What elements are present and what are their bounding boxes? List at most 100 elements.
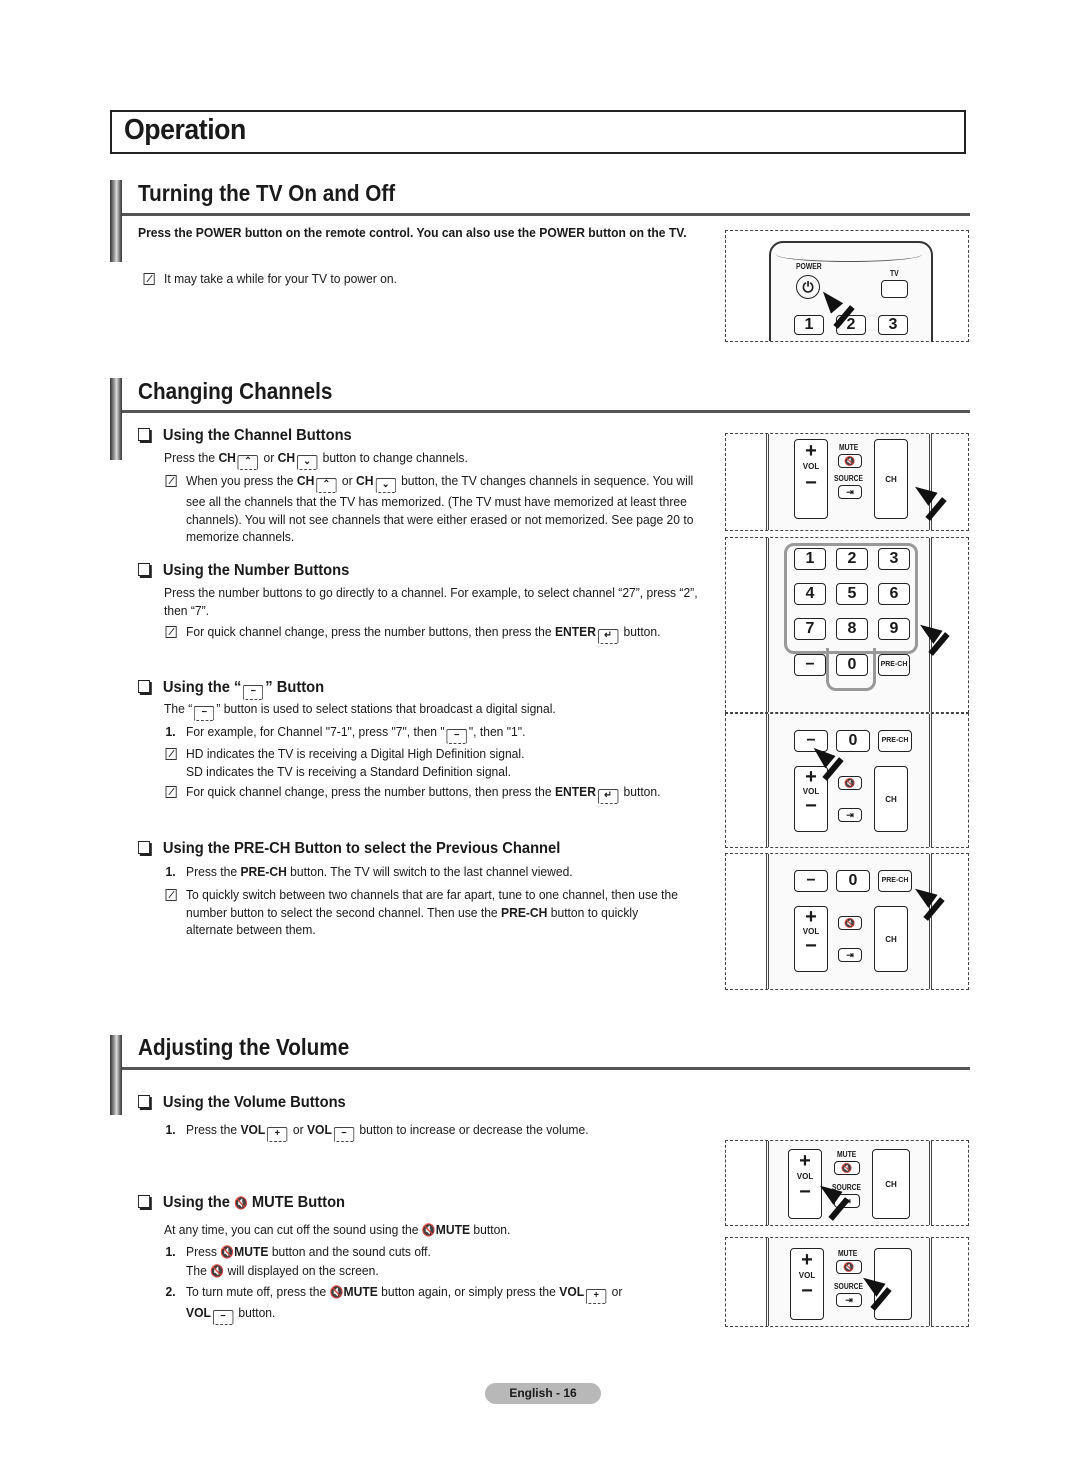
dash-key: − (794, 870, 828, 892)
key-7: 7 (794, 618, 826, 640)
dash-key-icon: − (243, 685, 264, 700)
power-note: It may take a while for your TV to power… (143, 270, 629, 288)
source-button-icon: ⇥ (838, 808, 862, 822)
vol-rocker: + VOL − (794, 906, 828, 972)
ch-down-key-icon: ⌄ (296, 455, 318, 470)
section-rule (122, 410, 970, 413)
mute-step-2: 2. To turn mute off, press the 🔇MUTE but… (166, 1283, 679, 1325)
prech-note: To quickly switch between two channels t… (165, 886, 688, 939)
remote-illustration-power: POWER ⏻ TV 1 2 3 (725, 230, 969, 342)
remote-illustration-numbers: 1 2 3 4 5 6 7 8 9 −0 PRE-CH (725, 537, 969, 713)
number-buttons-text: Press the number buttons to go directly … (164, 585, 698, 618)
remote-illustration-channel: + VOL − MUTE 🔇 SOURCE ⇥ CH (725, 433, 969, 531)
prech-step-1: 1. Press the PRE-CH button. The TV will … (165, 864, 573, 879)
source-button-icon: ⇥ (838, 948, 862, 962)
enter-key-icon: ↵ (597, 789, 619, 804)
mute-icon: 🔇 (233, 1196, 248, 1210)
ch-rocker: CH (874, 439, 908, 519)
mute-step-1: 1. Press 🔇MUTE button and the sound cuts… (165, 1244, 431, 1278)
mute-button-icon: 🔇 (836, 1260, 862, 1274)
note-icon (165, 475, 177, 487)
key-8: 8 (836, 618, 868, 640)
checkbox-bullet-icon (138, 1095, 150, 1108)
power-label: POWER (796, 262, 822, 271)
mute-button-icon: 🔇 (838, 776, 862, 790)
key-0: 0 (836, 654, 868, 676)
vol-up-key-icon: + (267, 1127, 288, 1142)
key-0: 0 (836, 870, 870, 892)
prech-key: PRE-CH (878, 730, 912, 752)
section-title-channels: Changing Channels (138, 378, 333, 404)
tv-button (881, 280, 908, 298)
channel-buttons-note: When you press the CH ⌃ or CH ⌄ button, th… (165, 472, 698, 546)
ch-rocker: CH (874, 766, 908, 832)
page-title-box: Operation (110, 110, 966, 154)
checkbox-bullet-icon (138, 680, 150, 693)
section-bar (110, 180, 122, 262)
power-intro: Press the POWER button on the remote con… (138, 225, 687, 240)
checkbox-bullet-icon (138, 841, 150, 854)
key-5: 5 (836, 583, 868, 605)
mute-icon: 🔇 (421, 1223, 436, 1237)
source-button-icon: ⇥ (838, 485, 862, 499)
vol-down-key-icon: − (212, 1310, 234, 1325)
section-bar (110, 1035, 122, 1115)
mute-icon: 🔇 (220, 1245, 235, 1259)
mute-button-icon: 🔇 (838, 454, 862, 468)
section-rule (122, 213, 970, 216)
page-title: Operation (124, 114, 246, 146)
section-title-power: Turning the TV On and Off (138, 180, 396, 206)
note-icon (165, 786, 177, 798)
key-2: 2 (836, 548, 868, 570)
dash-key: − (794, 654, 826, 676)
key-0: 0 (836, 730, 870, 752)
dash-step-1: 1. For example, for Channel "7-1", press… (166, 723, 670, 744)
key-9: 9 (878, 618, 910, 640)
remote-illustration-dash: − 0 PRE-CH + VOL − 🔇 ⇥ CH (725, 713, 969, 848)
vol-down-key-icon: − (333, 1127, 355, 1142)
ch-up-key-icon: ⌃ (237, 455, 259, 470)
volume-step-1: 1. Press the VOL + or VOL − button to incr… (166, 1121, 688, 1142)
checkbox-bullet-icon (138, 428, 150, 441)
page-number-badge: English - 16 (485, 1383, 601, 1404)
checkbox-bullet-icon (138, 563, 150, 576)
vol-rocker: + VOL − (794, 439, 828, 519)
source-button-icon: ⇥ (836, 1293, 862, 1307)
key-1: 1 (794, 315, 824, 335)
remote-illustration-prech: − 0 PRE-CH + VOL − 🔇 ⇥ CH (725, 853, 969, 990)
note-icon (165, 748, 177, 760)
subheading-mute: Using the 🔇 MUTE Button (138, 1194, 345, 1212)
vol-rocker: + VOL − (790, 1248, 824, 1320)
ch-rocker: CH (874, 906, 908, 972)
vol-up-key-icon: + (585, 1289, 607, 1304)
ch-down-key-icon: ⌄ (375, 478, 396, 493)
note-icon (165, 889, 177, 901)
section-rule (122, 1067, 970, 1070)
dash-note-enter: For quick channel change, press the numb… (165, 783, 670, 804)
key-1: 1 (794, 548, 826, 570)
subheading-channel-buttons: Using the Channel Buttons (138, 427, 352, 445)
enter-key-icon: ↵ (597, 629, 619, 644)
mute-intro: At any time, you can cut off the sound u… (164, 1222, 511, 1237)
key-4: 4 (794, 583, 826, 605)
note-icon (143, 273, 155, 285)
section-title-volume: Adjusting the Volume (138, 1034, 350, 1060)
mute-button-icon: 🔇 (834, 1161, 860, 1175)
tv-label: TV (890, 269, 899, 278)
remote-illustration-mute: + VOL − MUTE 🔇 SOURCE ⇥ (725, 1237, 969, 1327)
ch-up-key-icon: ⌃ (316, 478, 337, 493)
mute-icon: 🔇 (210, 1263, 225, 1278)
vol-rocker: + VOL − (788, 1149, 822, 1219)
prech-key: PRE-CH (878, 654, 910, 676)
dash-button-text: The “−” button is used to select station… (164, 700, 685, 721)
dash-note-hd-sd: HD indicates the TV is receiving a Digit… (165, 745, 670, 780)
subheading-number-buttons: Using the Number Buttons (138, 562, 349, 580)
subheading-dash-button: Using the “−” Button (138, 679, 324, 700)
key-6: 6 (878, 583, 910, 605)
mute-icon: 🔇 (329, 1285, 344, 1299)
section-bar (110, 378, 122, 460)
subheading-volume-buttons: Using the Volume Buttons (138, 1094, 346, 1112)
subheading-prech: Using the PRE-CH Button to select the Pr… (138, 840, 560, 858)
channel-buttons-text: Press the CH ⌃ or CH ⌄ button to change ch… (164, 449, 666, 470)
remote-illustration-volume: + VOL − MUTE 🔇 SOURCE ⇥ CH (725, 1140, 969, 1226)
